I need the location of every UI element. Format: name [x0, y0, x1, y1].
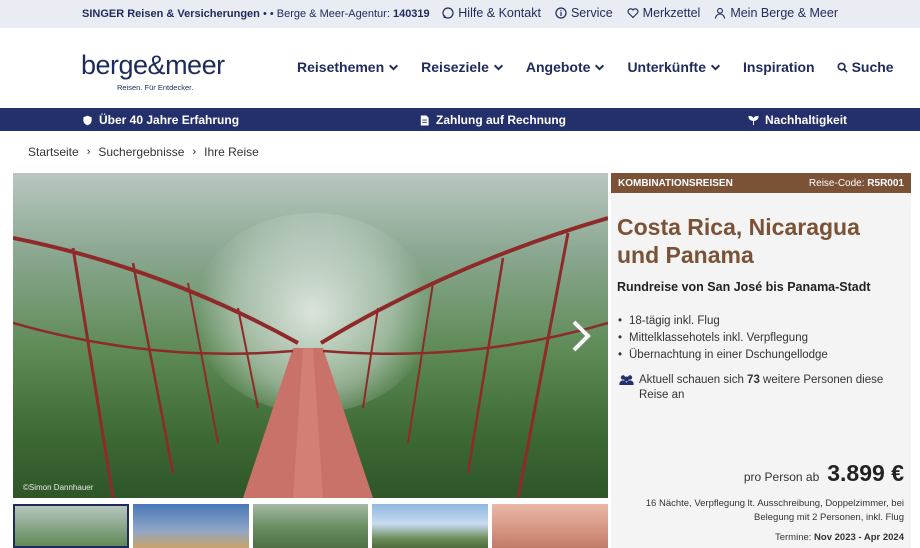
- agent-prefix: Berge & Meer-Agentur:: [276, 8, 390, 20]
- suspension-bridge-illustration: [13, 216, 608, 498]
- main-nav: Reisethemen Reiseziele Angebote Unterkün…: [297, 59, 894, 75]
- chevron-down-icon: [595, 64, 605, 71]
- usp-bar: Über 40 Jahre Erfahrung Zahlung auf Rech…: [0, 108, 920, 131]
- thumbnail-2[interactable]: [132, 504, 249, 548]
- user-icon: [715, 7, 726, 19]
- nav-angebote-label: Angebote: [525, 59, 591, 75]
- top-bar: SINGER Reisen & Versicherungen • • Berge…: [0, 0, 920, 28]
- nav-search[interactable]: Suche: [837, 59, 894, 75]
- breadcrumb-results[interactable]: Suchergebnisse: [98, 145, 184, 159]
- account-label: Mein Berge & Meer: [730, 6, 838, 20]
- logo-tagline: Reisen. Für Entdecker.: [117, 83, 194, 92]
- feature-item: Mittelklassehotels inkl. Verpflegung: [618, 330, 828, 347]
- shield-icon: [83, 115, 92, 125]
- viewers-text: Aktuell schauen sich 73 weitere Personen…: [639, 373, 904, 403]
- thumbnail-3[interactable]: [252, 504, 369, 548]
- offer-code-wrap: Reise-Code: R5R001: [809, 178, 904, 189]
- nav-search-label: Suche: [851, 59, 894, 75]
- usp-experience: Über 40 Jahre Erfahrung: [82, 113, 239, 127]
- thumbnail-strip: [13, 504, 608, 548]
- breadcrumb: Startseite › Suchergebnisse › Ihre Reise: [28, 145, 259, 159]
- thumbnail-4[interactable]: [372, 504, 489, 548]
- viewers-pre: Aktuell schauen sich: [639, 374, 744, 386]
- heart-icon: [627, 8, 639, 19]
- price-label: pro Person ab: [743, 470, 820, 484]
- agent-id: 140319: [392, 8, 430, 20]
- offer-title: Costa Rica, Nicaragua und Panama: [617, 213, 907, 269]
- feature-item: Übernachtung in einer Dschungellodge: [618, 347, 828, 364]
- users-icon: [619, 375, 634, 385]
- breadcrumb-current: Ihre Reise: [204, 145, 259, 159]
- breadcrumb-home[interactable]: Startseite: [28, 145, 79, 159]
- offer-features: 18-tägig inkl. Flug Mittelklassehotels i…: [618, 313, 828, 364]
- chevron-down-icon: [389, 64, 399, 71]
- chevron-down-icon: [710, 64, 721, 71]
- help-contact-label: Hilfe & Kontakt: [458, 6, 541, 20]
- offer-subtitle: Rundreise von San José bis Panama-Stadt: [617, 280, 871, 294]
- usp-sustainability[interactable]: Nachhaltigkeit: [748, 113, 847, 127]
- usp-sustainability-label: Nachhaltigkeit: [765, 113, 848, 127]
- main-gallery-image[interactable]: ©Simon Dannhauer: [13, 173, 608, 498]
- whatsapp-icon: [442, 7, 454, 19]
- logo-wordmark: berge&meer: [81, 50, 225, 80]
- nav-reisethemen-label: Reisethemen: [297, 59, 385, 75]
- agency-info: SINGER Reisen & Versicherungen • • Berge…: [82, 8, 430, 20]
- nav-angebote[interactable]: Angebote: [526, 59, 606, 75]
- offer-panel: KOMBINATIONSREISEN Reise-Code: R5R001 Co…: [611, 173, 911, 548]
- search-icon: [837, 61, 848, 73]
- usp-invoice: Zahlung auf Rechnung: [419, 113, 566, 127]
- wishlist-label: Merkzettel: [642, 6, 701, 20]
- nav-reiseziele[interactable]: Reiseziele: [421, 59, 504, 75]
- offer-title-line1: Costa Rica, Nicaragua: [617, 214, 860, 240]
- document-icon: [420, 114, 429, 126]
- nav-unterkuenfte[interactable]: Unterkünfte: [627, 59, 721, 75]
- dates-value: Nov 2023 - Apr 2024: [814, 532, 904, 543]
- travel-dates: Termine: Nov 2023 - Apr 2024: [775, 532, 904, 543]
- account-link[interactable]: Mein Berge & Meer: [714, 6, 838, 20]
- agency-name: SINGER Reisen & Versicherungen: [82, 8, 260, 20]
- price-terms: 16 Nächte, Verpflegung lt. Ausschreibung…: [645, 498, 904, 523]
- chevron-right-icon: ›: [86, 146, 91, 158]
- chevron-down-icon: [493, 64, 503, 71]
- offer-category-strip: KOMBINATIONSREISEN Reise-Code: R5R001: [611, 173, 911, 193]
- wishlist-link[interactable]: Merkzettel: [627, 6, 701, 20]
- nav-unterkuenfte-label: Unterkünfte: [627, 59, 706, 75]
- logo[interactable]: berge&meer Reisen. Für Entdecker.: [81, 50, 225, 92]
- chevron-right-icon[interactable]: [568, 318, 594, 354]
- help-contact-link[interactable]: Hilfe & Kontakt: [442, 6, 541, 20]
- info-icon: [555, 7, 567, 19]
- nav-inspiration[interactable]: Inspiration: [743, 59, 815, 75]
- thumbnail-5[interactable]: [492, 504, 608, 548]
- photo-credit: ©Simon Dannhauer: [23, 483, 94, 492]
- usp-invoice-label: Zahlung auf Rechnung: [436, 113, 566, 127]
- main-header: berge&meer Reisen. Für Entdecker. Reiset…: [0, 28, 920, 108]
- offer-category: KOMBINATIONSREISEN: [618, 177, 733, 189]
- usp-experience-label: Über 40 Jahre Erfahrung: [99, 113, 240, 127]
- feature-item: 18-tägig inkl. Flug: [618, 313, 828, 330]
- price-block: pro Person ab 3.899 €: [744, 460, 904, 487]
- nav-reisethemen[interactable]: Reisethemen: [297, 59, 399, 75]
- offer-title-line2: und Panama: [617, 242, 754, 268]
- leaf-icon: [748, 115, 759, 125]
- nav-reiseziele-label: Reiseziele: [421, 59, 489, 75]
- nav-inspiration-label: Inspiration: [743, 59, 815, 75]
- service-link[interactable]: Service: [555, 6, 613, 20]
- service-label: Service: [570, 6, 613, 20]
- viewers-count: 73: [747, 374, 760, 386]
- chevron-right-icon: ›: [192, 146, 197, 158]
- viewers-notice: Aktuell schauen sich 73 weitere Personen…: [619, 373, 904, 403]
- price-value: 3.899 €: [827, 460, 904, 486]
- top-links: Hilfe & Kontakt Service Merkzettel Mein …: [442, 6, 838, 20]
- offer-code: R5R001: [867, 177, 904, 189]
- dates-label: Termine:: [774, 532, 812, 543]
- offer-code-label: Reise-Code:: [808, 177, 865, 189]
- thumbnail-1[interactable]: [13, 504, 129, 548]
